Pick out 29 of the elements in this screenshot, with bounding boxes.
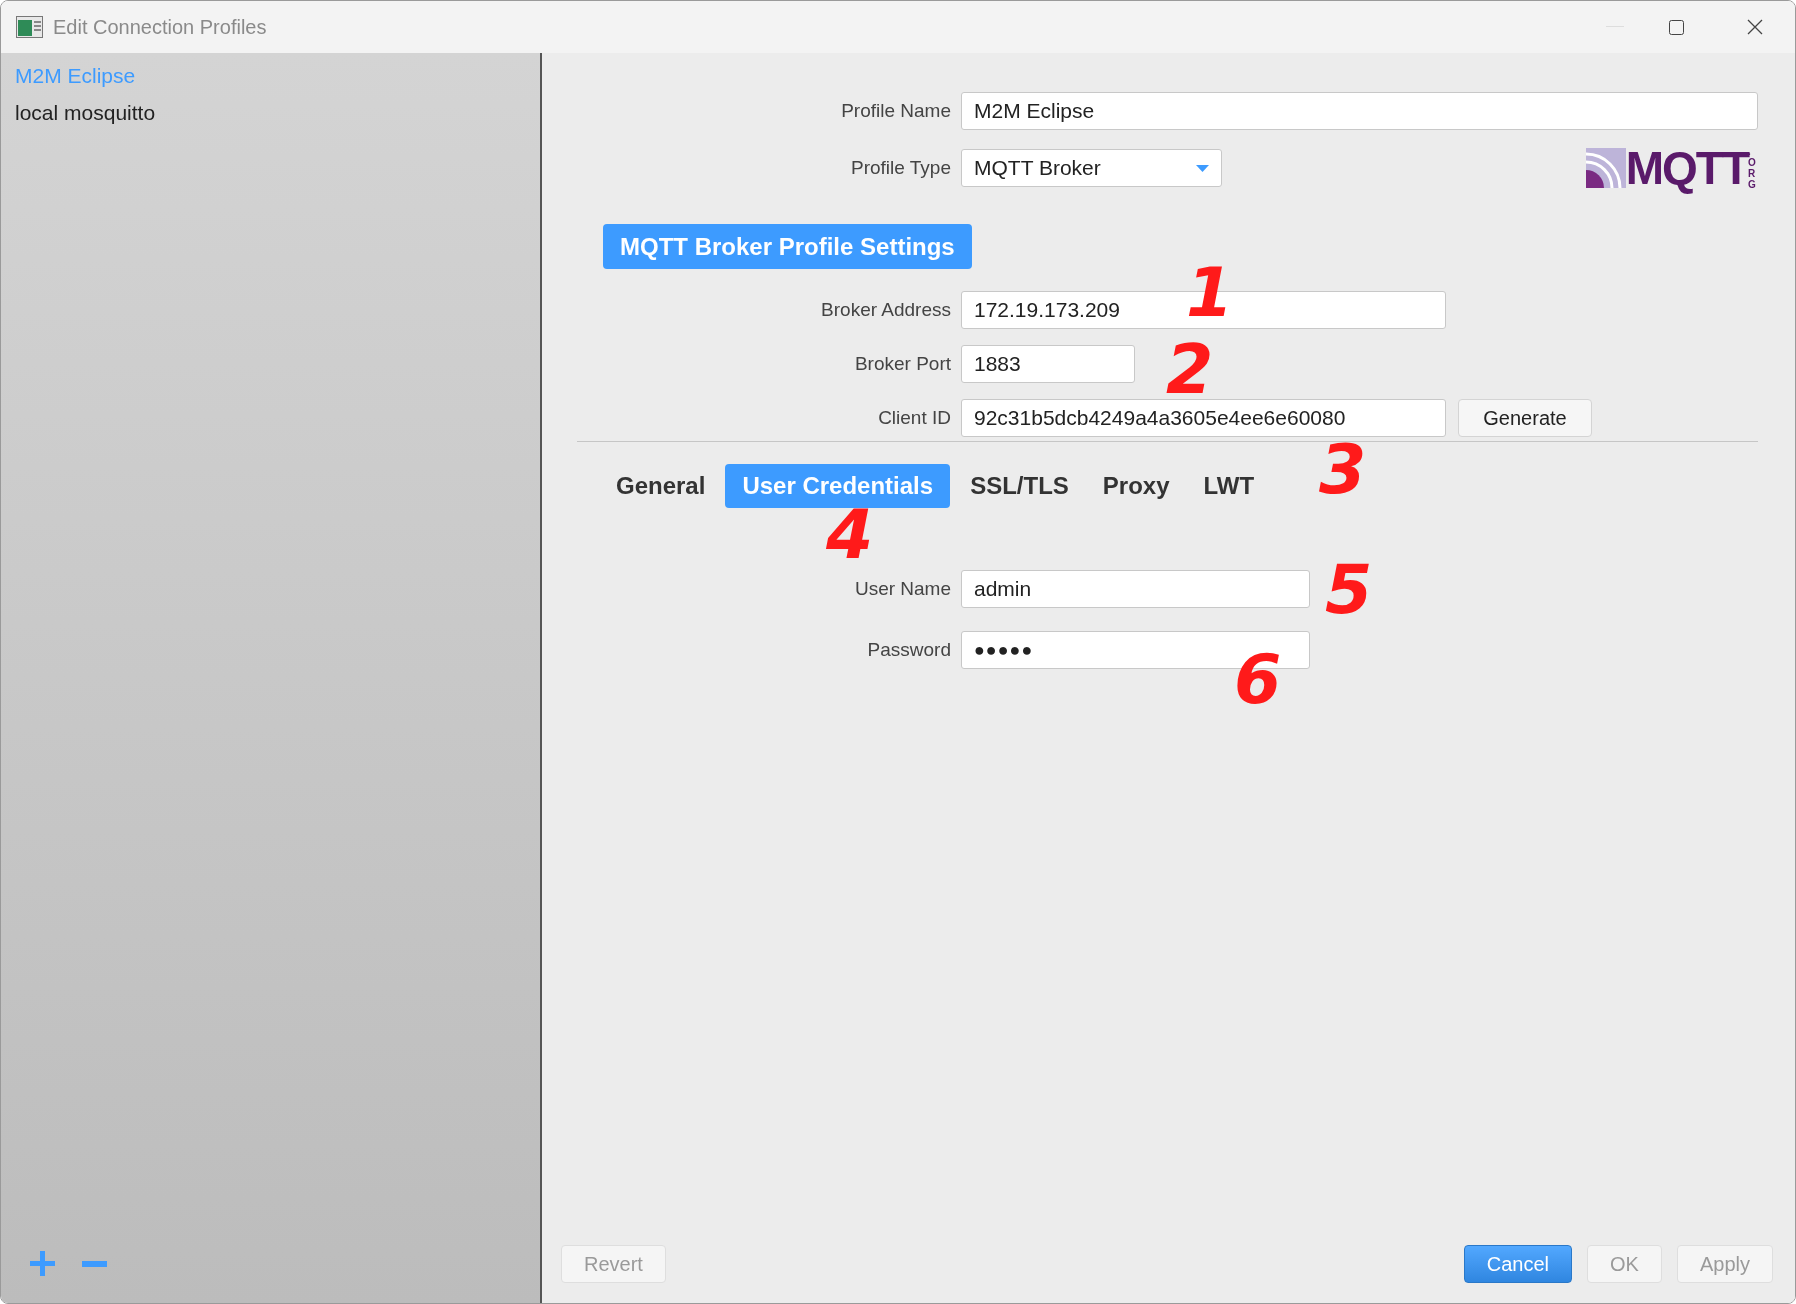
remove-icon[interactable] (82, 1260, 107, 1267)
field-label: Password (866, 637, 952, 662)
field-label: User Name (853, 576, 952, 601)
handwritten-number: 3 (1319, 436, 1367, 504)
signal-waves-icon (1585, 148, 1626, 188)
tab[interactable]: SSL/TLS (956, 464, 1083, 508)
field-label: Profile Name (840, 98, 952, 123)
text-field[interactable]: admin (961, 570, 1310, 608)
tab[interactable]: General (602, 464, 720, 508)
field-label: Broker Port (853, 351, 952, 376)
profile-name-field[interactable]: M2M Eclipse (961, 92, 1758, 130)
app-icon (16, 16, 43, 38)
close-icon[interactable] (1747, 19, 1763, 35)
profile-type-dropdown[interactable]: MQTT Broker (961, 149, 1222, 187)
tab[interactable]: Proxy (1088, 464, 1184, 508)
section-header: MQTT Broker Profile Settings (603, 224, 972, 269)
window-title: Edit Connection Profiles (53, 15, 267, 40)
maximize-icon[interactable] (1669, 19, 1684, 35)
profile-item[interactable]: local mosquitto (1, 94, 540, 131)
text-field[interactable]: 1883 (961, 345, 1135, 383)
handwritten-number: 5 (1325, 556, 1373, 624)
text-field[interactable]: 92c31b5dcb4249a4a3605e4ee6e60080 (961, 399, 1446, 437)
tab[interactable]: LWT (1189, 464, 1269, 508)
dropdown-caret-icon (1196, 164, 1209, 172)
field-label: Broker Address (820, 297, 952, 322)
generate-button[interactable]: Generate (1458, 399, 1592, 437)
field-label: Profile Type (850, 155, 952, 180)
field-label: Client ID (877, 405, 952, 430)
add-icon[interactable] (30, 1251, 55, 1276)
